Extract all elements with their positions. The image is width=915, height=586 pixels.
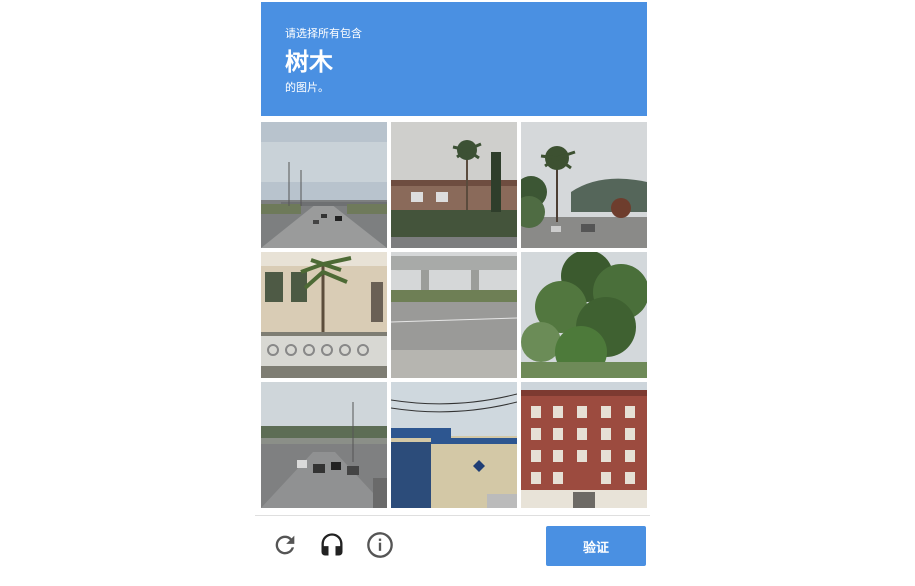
image-tile-1[interactable] [261, 122, 387, 248]
reload-icon [275, 535, 295, 555]
image-tile-8[interactable] [391, 382, 517, 508]
tile-5-image [391, 252, 517, 378]
image-tile-3[interactable] [521, 122, 647, 248]
info-button[interactable] [365, 530, 395, 560]
verify-button[interactable]: 验证 [546, 526, 646, 566]
challenge-target: 树木 [285, 48, 333, 76]
tile-7-image [261, 382, 387, 508]
tile-3-image [521, 122, 647, 248]
info-icon [367, 532, 393, 558]
tile-9-image [521, 382, 647, 508]
tile-4-image [261, 252, 387, 378]
reload-button[interactable] [270, 530, 300, 560]
page: 请选择所有包含 树木 的图片。 验证 [0, 0, 915, 586]
audio-button[interactable] [317, 530, 347, 560]
captcha-challenge: 请选择所有包含 树木 的图片。 验证 [255, 0, 650, 586]
image-tile-7[interactable] [261, 382, 387, 508]
challenge-header: 请选择所有包含 树木 的图片。 [261, 2, 647, 116]
tile-1-image [261, 122, 387, 248]
tile-8-image [391, 382, 517, 508]
image-tile-2[interactable] [391, 122, 517, 248]
challenge-suffix: 的图片。 [285, 81, 329, 94]
headphones-icon [321, 533, 343, 556]
tile-6-image [521, 252, 647, 378]
challenge-footer: 验证 [255, 516, 650, 586]
tile-2-image [391, 122, 517, 248]
challenge-prompt: 请选择所有包含 [285, 27, 362, 40]
image-tile-6[interactable] [521, 252, 647, 378]
image-tile-4[interactable] [261, 252, 387, 378]
image-tile-5[interactable] [391, 252, 517, 378]
image-grid [261, 122, 647, 508]
image-tile-9[interactable] [521, 382, 647, 508]
